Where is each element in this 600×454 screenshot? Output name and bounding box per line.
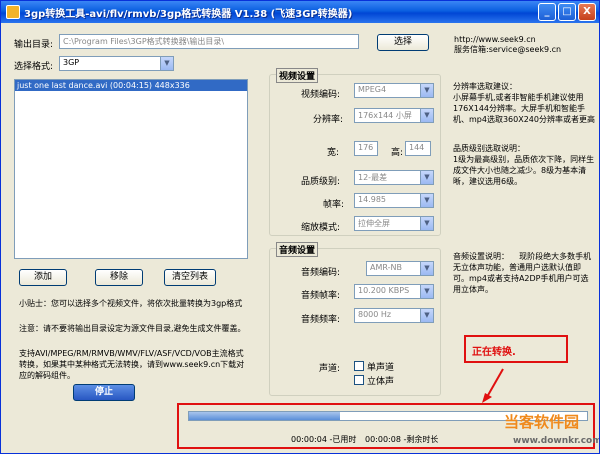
channel-label: 声道: [319, 364, 341, 374]
app-window: 3gp转换工具-avi/flv/rmvb/3gp格式转换器 V1.38 (飞速3… [0, 0, 600, 454]
video-settings-title: 视频设置 [276, 68, 319, 83]
resolution-tip: 分辨率选取建议： 小屏幕手机,或者非智能手机建议使用176X144分辨率。大屏手… [453, 82, 595, 124]
audio-freq-label: 音频频率: [301, 315, 341, 325]
height-label: 高: [391, 148, 404, 158]
zoom-value: 拉伸全屏 [358, 219, 390, 228]
video-codec-select[interactable]: MPEG4 ▼ [354, 83, 434, 98]
fps-label: 帧率: [323, 200, 345, 210]
file-list[interactable]: just one last dance.avi (00:04:15) 448x3… [14, 79, 248, 259]
watermark-brand: 当客软件园 [504, 413, 580, 431]
audio-settings-title: 音频设置 [276, 242, 319, 257]
zoom-label: 缩放模式: [301, 223, 341, 233]
chevron-down-icon: ▼ [420, 285, 433, 298]
browse-button[interactable]: 选择 [377, 34, 429, 51]
resolution-label: 分辨率: [313, 115, 344, 125]
stereo-checkbox[interactable] [354, 375, 364, 385]
mono-label: 单声道 [367, 363, 395, 373]
width-input[interactable]: 176 [354, 141, 378, 156]
quality-select[interactable]: 12-最差 ▼ [354, 170, 434, 185]
contact-url: http://www.seek9.cn [454, 35, 536, 44]
stereo-label: 立体声 [367, 377, 395, 387]
elapsed-time: 00:00:04 -已用时 [291, 435, 357, 444]
video-codec-label: 视频编码: [301, 90, 341, 100]
converting-status: 正在转换. [472, 347, 516, 358]
chevron-down-icon: ▼ [420, 217, 433, 230]
audio-tip: 音频设置说明： 现阶段绝大多数手机无立体声功能，普通用户选默认值即可。mp4或者… [453, 252, 592, 294]
quality-value: 12-最差 [358, 173, 388, 182]
audio-rate-value: 10.200 KBPS [358, 286, 410, 295]
progress-fill [189, 412, 341, 420]
resolution-select[interactable]: 176x144 小屏 ▼ [354, 108, 434, 123]
window-title: 3gp转换工具-avi/flv/rmvb/3gp格式转换器 V1.38 (飞速3… [24, 8, 353, 20]
remove-button[interactable]: 移除 [95, 269, 143, 286]
contact-email: 服务信箱:service@seek9.cn [454, 45, 562, 54]
fps-select[interactable]: 14.985 ▼ [354, 193, 434, 208]
app-icon [6, 5, 20, 19]
audio-freq-select[interactable]: 8000 Hz ▼ [354, 308, 434, 323]
quality-label: 品质级别: [301, 177, 341, 187]
quality-tip: 品质级别选取说明： 1级为最高级别，品质依次下降，同样生成文件大小也随之减少。8… [453, 144, 595, 186]
title-bar[interactable]: 3gp转换工具-avi/flv/rmvb/3gp格式转换器 V1.38 (飞速3… [1, 1, 599, 23]
height-input[interactable]: 144 [405, 141, 431, 156]
format-label: 选择格式: [14, 62, 54, 72]
width-label: 宽: [327, 148, 340, 158]
resolution-value: 176x144 小屏 [358, 111, 412, 120]
chevron-down-icon: ▼ [420, 84, 433, 97]
tip-supported-formats: 支持AVI/MPEG/RM/RMVB/WMV/FLV/ASF/VCD/VOB主流… [19, 349, 245, 380]
format-select[interactable]: 3GP ▼ [59, 56, 174, 71]
audio-rate-label: 音频帧率: [301, 291, 341, 301]
close-button[interactable]: X [578, 3, 596, 21]
chevron-down-icon: ▼ [420, 171, 433, 184]
clear-list-button[interactable]: 清空列表 [164, 269, 216, 286]
minimize-button[interactable]: _ [538, 3, 556, 21]
audio-codec-select[interactable]: AMR-NB ▼ [366, 261, 434, 276]
format-value: 3GP [63, 58, 80, 67]
output-dir-input[interactable]: C:\Program Files\3GP格式转换器\输出目录\ [59, 34, 359, 49]
audio-codec-label: 音频编码: [301, 268, 341, 278]
converting-highlight: 正在转换. [464, 335, 568, 363]
watermark-url: www.downkr.com [513, 436, 600, 446]
audio-codec-value: AMR-NB [370, 263, 402, 272]
list-item[interactable]: just one last dance.avi (00:04:15) 448x3… [15, 80, 247, 91]
output-dir-label: 输出目录: [14, 40, 54, 50]
maximize-button[interactable]: □ [558, 3, 576, 21]
zoom-select[interactable]: 拉伸全屏 ▼ [354, 216, 434, 231]
fps-value: 14.985 [358, 195, 386, 204]
add-button[interactable]: 添加 [19, 269, 67, 286]
remaining-time: 00:00:08 -剩余时长 [365, 435, 439, 444]
chevron-down-icon: ▼ [420, 309, 433, 322]
audio-rate-select[interactable]: 10.200 KBPS ▼ [354, 284, 434, 299]
arrow-down-icon [482, 368, 504, 403]
video-codec-value: MPEG4 [358, 85, 387, 94]
chevron-down-icon: ▼ [420, 194, 433, 207]
chevron-down-icon: ▼ [420, 109, 433, 122]
chevron-down-icon: ▼ [420, 262, 433, 275]
tip-output-warning: 注意：请不要将输出目录设定为源文件目录,避免生成文件覆盖。 [19, 324, 246, 333]
audio-freq-value: 8000 Hz [358, 310, 392, 319]
mono-checkbox[interactable] [354, 361, 364, 371]
chevron-down-icon: ▼ [160, 57, 173, 70]
tip-batch: 小贴士：您可以选择多个视频文件，将依次批量转换为3gp格式 [19, 299, 243, 308]
stop-button[interactable]: 停止 [73, 384, 135, 401]
